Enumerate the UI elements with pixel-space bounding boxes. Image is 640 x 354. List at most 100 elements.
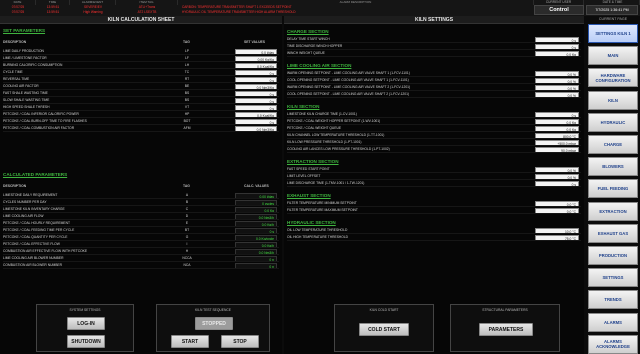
setting-value-input[interactable]: 0,0 % bbox=[535, 91, 579, 97]
setting-row: TIME DISCHARGE WINCH HOPPER 0 s bbox=[287, 43, 581, 50]
set-value-input[interactable]: 0 s bbox=[235, 90, 277, 96]
parameter-tag: E bbox=[185, 221, 189, 225]
setting-value-input[interactable]: 0 s bbox=[535, 36, 579, 42]
setting-value-input[interactable]: 0 s bbox=[535, 43, 579, 49]
nav-production-button[interactable]: PRODUCTION bbox=[588, 246, 638, 265]
nav-extraction-button[interactable]: EXTRACTION bbox=[588, 201, 638, 221]
setting-value-input[interactable]: 10,0 °C bbox=[535, 227, 579, 233]
nav-alarms-acknowledge-button[interactable]: ALARMS ACKNOWLEDGE bbox=[588, 334, 638, 354]
set-value-input[interactable]: 0 s bbox=[235, 97, 277, 103]
calc-value-display: 0 s bbox=[235, 227, 277, 233]
parameter-label: LIME COOLING AIR BLOWER NUMBER bbox=[3, 256, 64, 260]
parameter-tag: RT bbox=[184, 77, 190, 81]
navigation-sidebar: CURRENT PAGE SETTINGS KILN 1 MAIN HARDWARE… bbox=[586, 16, 640, 354]
kiln-settings-panel: KILN SETTINGS CHARGE SECTION DELAY TIME S… bbox=[284, 16, 584, 354]
set-value-input[interactable]: 0 s bbox=[235, 104, 277, 110]
shutdown-button[interactable]: SHUTDOWN bbox=[67, 335, 105, 348]
nav-settings-button[interactable]: SETTINGS bbox=[588, 268, 638, 288]
kiln-calculation-panel: KILN CALCULATION SHEET SET PARAMETERS DE… bbox=[0, 16, 282, 354]
parameters-button[interactable]: PARAMETERS bbox=[479, 323, 533, 336]
setting-value-input[interactable]: 0 s bbox=[535, 111, 579, 117]
col-tag: TAG bbox=[183, 40, 190, 44]
parameter-tag: LF bbox=[185, 56, 189, 60]
set-parameters-title: SET PARAMETERS bbox=[3, 28, 46, 33]
setting-label: TIME DISCHARGE WINCH HOPPER bbox=[287, 44, 343, 48]
setting-value-input[interactable]: 75,0 °C bbox=[535, 234, 579, 240]
setting-value-input[interactable]: 0,0 % bbox=[535, 77, 579, 83]
parameter-label: CYCLES NUMBER PER DAY bbox=[3, 200, 47, 204]
parameter-tag: I bbox=[186, 242, 188, 246]
parameter-tag: TC bbox=[184, 70, 190, 74]
parameter-label: HIGH SPEED SHALE THRESH bbox=[3, 105, 50, 109]
parameter-tag: VT bbox=[184, 105, 190, 109]
setting-value-input[interactable]: 0,0 % bbox=[535, 166, 579, 172]
set-value-input[interactable]: 0,0 Kcal/Kg bbox=[235, 111, 277, 117]
setting-label: FAST SPEED START POINT bbox=[287, 167, 330, 171]
parameter-label: COMBUSTION AIR BLOWER NUMBER bbox=[3, 263, 62, 267]
nav-exhaust-gas-button[interactable]: EXHAUST GAS bbox=[588, 223, 638, 243]
parameter-tag: G bbox=[185, 235, 189, 239]
nav-settings-kiln-1-button[interactable]: SETTINGS KILN 1 bbox=[588, 24, 638, 43]
setting-value-input[interactable]: 0,0 °C bbox=[535, 207, 579, 213]
stop-button[interactable]: STOP bbox=[221, 335, 259, 348]
parameter-label: PETCOKE / COAL HOURLY REQUIREMENT bbox=[3, 221, 70, 225]
start-button[interactable]: START bbox=[171, 335, 209, 348]
datetime-value: 7/7/2025 1:36:41 PM bbox=[586, 5, 638, 15]
exhaust-section-title: EXHAUST SECTION bbox=[287, 193, 331, 198]
table-row: PETCOKE / COAL QUANTITY PER CYCLE G 0,0 Kg… bbox=[3, 234, 279, 241]
set-value-input[interactable]: 0,0 Nm3/Kg bbox=[235, 125, 277, 131]
set-value-input[interactable]: 0 s bbox=[235, 118, 277, 124]
hydraulic-section-title: HYDRAULIC SECTION bbox=[287, 220, 336, 225]
parameter-tag: LH bbox=[184, 63, 190, 67]
setting-value-input[interactable]: 0 s bbox=[535, 180, 579, 186]
login-button[interactable]: LOG-IN bbox=[67, 317, 105, 330]
setting-value-input[interactable]: 0,0 % bbox=[535, 173, 579, 179]
setting-value-input[interactable]: 0,0 Kg bbox=[535, 50, 579, 56]
set-value-input[interactable]: 0 s bbox=[235, 76, 277, 82]
col-calc-values: CALC. VALUES bbox=[244, 184, 269, 188]
set-value-input[interactable]: 0 s bbox=[235, 69, 277, 75]
table-row: BURNING CALORIFIC CONSUMPTION LH 0,0 Kcal/… bbox=[3, 62, 279, 69]
setting-label: PETCOKE / COAL WEIGHT HOPPER SETPOINT (1… bbox=[287, 119, 381, 123]
nav-trends-button[interactable]: TRENDS bbox=[588, 290, 638, 310]
nav-hardware-configuration-button[interactable]: HARDWARE CONFIGURATION bbox=[588, 68, 638, 88]
set-value-input[interactable]: 0,0 Nm3/Kg bbox=[235, 83, 277, 89]
setting-row: COOL OPENING SETPOINT - LIME COOLING AIR… bbox=[287, 91, 581, 98]
setting-value-input[interactable]: 800,0 °C bbox=[535, 132, 579, 138]
set-value-input[interactable]: 0,00 Kg/Kg bbox=[235, 55, 277, 61]
set-value-input[interactable]: 0,0 Kcal/Kg bbox=[235, 62, 277, 68]
setting-value-input[interactable]: 0,0 % bbox=[535, 84, 579, 90]
cold-start-button[interactable]: COLD START bbox=[359, 323, 409, 336]
setting-value-input[interactable]: +500,0 mbar bbox=[535, 139, 579, 145]
setting-value-input[interactable]: 0,0 % bbox=[535, 70, 579, 76]
table-row: SLOW SHALE WASTING TIME BS 0 s bbox=[3, 97, 279, 104]
setting-row: FAST SPEED START POINT 0,0 % bbox=[287, 166, 581, 173]
col-set-values: SET VALUES bbox=[244, 40, 266, 44]
nav-kiln-button[interactable]: KILN bbox=[588, 90, 638, 110]
kiln-section-title: KILN SECTION bbox=[287, 104, 320, 109]
nav-alarms-button[interactable]: ALARMS bbox=[588, 312, 638, 332]
alarm-row[interactable]: 07/07/25 13:59:51 High Warning AT2 LSEXTB HY… bbox=[0, 10, 534, 15]
setting-value-input[interactable]: 0,0 Kg bbox=[535, 125, 579, 131]
parameter-label: COMBUSTION AIR EFFECTIVE FLOW WITH PETCO… bbox=[3, 249, 88, 253]
table-row: FAST SHALE WASTING TIME BS 0 s bbox=[3, 90, 279, 97]
calc-value-display: 0,0 Kg/h bbox=[235, 220, 277, 226]
nav-fuel-feeding-button[interactable]: FUEL FEEDING bbox=[588, 179, 638, 199]
setting-value-input[interactable]: 90,0 mbar bbox=[535, 146, 579, 152]
nav-main-button[interactable]: MAIN bbox=[588, 46, 638, 66]
calculated-parameters-list: LIMESTONE DAILY REQUIREMENT A 0,00 t/day CY… bbox=[3, 192, 279, 269]
set-value-input[interactable]: 0,0 t/day bbox=[235, 48, 277, 54]
setting-label: DELAY TIME START WINCH bbox=[287, 37, 330, 41]
setting-label: KILN CHANNEL LOW TEMPERATURE THRESHOLD (… bbox=[287, 133, 385, 137]
nav-charge-button[interactable]: CHARGE bbox=[588, 135, 638, 154]
nav-blowers-button[interactable]: BLOWERS bbox=[588, 157, 638, 177]
nav-hydraulic-button[interactable]: HYDRAULIC bbox=[588, 112, 638, 132]
setting-row: LIMESTONE KILN CHARGE TIME (1-CV-1001) 0 … bbox=[287, 111, 581, 118]
setting-label: LIME DISCHARGE TIME (1-TMV-1001 / 1-TW-1… bbox=[287, 181, 365, 185]
setting-row: FILTER TEMPERATURE MINIMUM SETPOINT 0,0 °… bbox=[287, 200, 581, 207]
alarm-desc: HYDRAULIC OIL TEMPERATURE TRANSMITTER HI… bbox=[182, 10, 296, 14]
setting-value-input[interactable]: 0,0 °C bbox=[535, 200, 579, 206]
extraction-section-title: EXTRACTION SECTION bbox=[287, 159, 339, 164]
setting-value-input[interactable]: 0,0 Kg bbox=[535, 118, 579, 124]
parameter-label: LIMESTONE KILN INVENTARY CHARGE bbox=[3, 207, 65, 211]
